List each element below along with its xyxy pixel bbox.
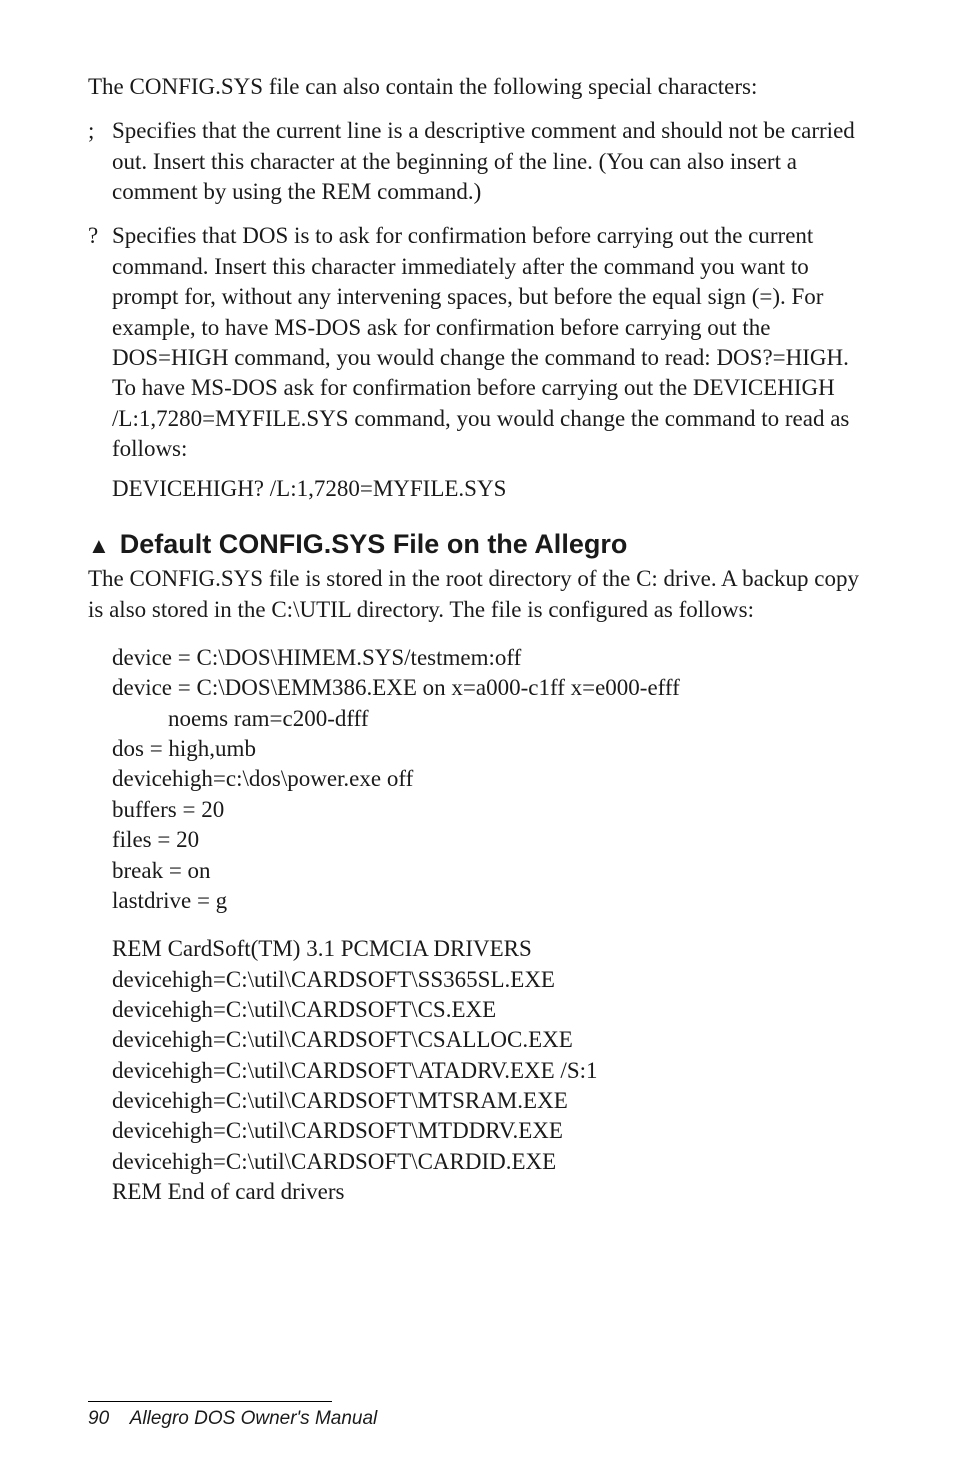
def-question: Specifies that DOS is to ask for confirm… bbox=[112, 221, 866, 464]
code-line: REM End of card drivers bbox=[112, 1177, 866, 1207]
code-line: devicehigh=C:\util\CARDSOFT\MTSRAM.EXE bbox=[112, 1086, 866, 1116]
intro-paragraph: The CONFIG.SYS file can also contain the… bbox=[88, 72, 866, 102]
definition-item-semicolon: ; Specifies that the current line is a d… bbox=[88, 116, 866, 207]
code-line: devicehigh=c:\dos\power.exe off bbox=[112, 764, 866, 794]
page-number: 90 bbox=[88, 1408, 109, 1429]
section-heading-row: ▲ Default CONFIG.SYS File on the Allegro bbox=[88, 527, 866, 563]
code-line: devicehigh=C:\util\CARDSOFT\CARDID.EXE bbox=[112, 1147, 866, 1177]
triangle-icon: ▲ bbox=[88, 531, 110, 560]
code-line: REM CardSoft(TM) 3.1 PCMCIA DRIVERS bbox=[112, 934, 866, 964]
code-line: buffers = 20 bbox=[112, 795, 866, 825]
section-heading: Default CONFIG.SYS File on the Allegro bbox=[120, 527, 628, 563]
code-line: files = 20 bbox=[112, 825, 866, 855]
page-footer: 90 Allegro DOS Owner's Manual bbox=[88, 1401, 377, 1431]
def-question-example: DEVICEHIGH? /L:1,7280=MYFILE.SYS bbox=[112, 474, 866, 504]
definition-item-question: ? Specifies that DOS is to ask for confi… bbox=[88, 221, 866, 504]
code-line: break = on bbox=[112, 856, 866, 886]
footer-rule bbox=[88, 1401, 332, 1402]
code-line: devicehigh=C:\util\CARDSOFT\ATADRV.EXE /… bbox=[112, 1056, 866, 1086]
code-line: devicehigh=C:\util\CARDSOFT\MTDDRV.EXE bbox=[112, 1116, 866, 1146]
term-semicolon: ; bbox=[88, 116, 112, 207]
code-line: device = C:\DOS\EMM386.EXE on x=a000-c1f… bbox=[112, 673, 866, 703]
footer-title: Allegro DOS Owner's Manual bbox=[130, 1408, 378, 1429]
code-line: noems ram=c200-dfff bbox=[168, 704, 866, 734]
term-question: ? bbox=[88, 221, 112, 504]
code-line: device = C:\DOS\HIMEM.SYS/testmem:off bbox=[112, 643, 866, 673]
heading-body: The CONFIG.SYS file is stored in the roo… bbox=[88, 564, 866, 625]
code-line: devicehigh=C:\util\CARDSOFT\CSALLOC.EXE bbox=[112, 1025, 866, 1055]
config-block-2: REM CardSoft(TM) 3.1 PCMCIA DRIVERS devi… bbox=[112, 934, 866, 1207]
code-line: devicehigh=C:\util\CARDSOFT\CS.EXE bbox=[112, 995, 866, 1025]
code-line: lastdrive = g bbox=[112, 886, 866, 916]
def-semicolon: Specifies that the current line is a des… bbox=[112, 116, 866, 207]
code-line: dos = high,umb bbox=[112, 734, 866, 764]
code-line: devicehigh=C:\util\CARDSOFT\SS365SL.EXE bbox=[112, 965, 866, 995]
config-block-1: device = C:\DOS\HIMEM.SYS/testmem:off de… bbox=[112, 643, 866, 916]
